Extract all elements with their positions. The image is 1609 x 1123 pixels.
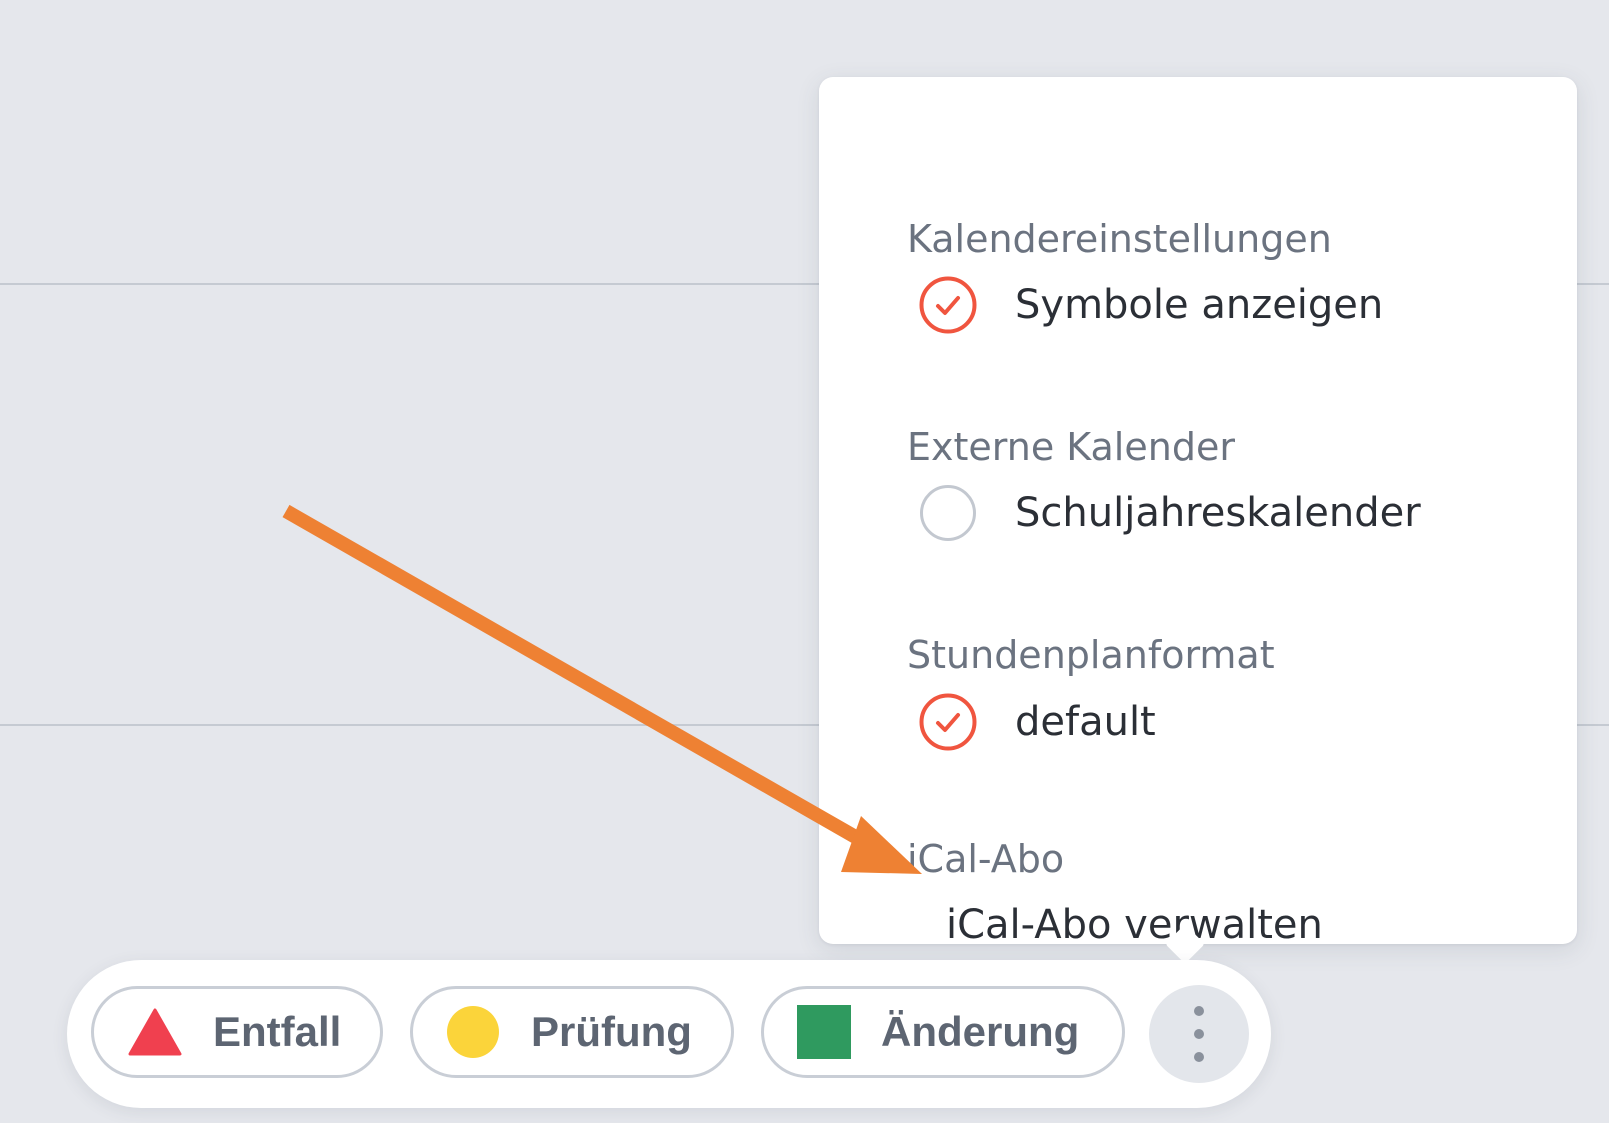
more-options-button[interactable] <box>1149 985 1249 1083</box>
toggle-school-year-calendar[interactable]: Schuljahreskalender <box>919 481 1421 545</box>
legend-chip-cancelled[interactable]: Entfall <box>91 986 383 1078</box>
legend-label: Prüfung <box>531 1008 692 1055</box>
checked-circle-icon <box>919 276 977 334</box>
legend-chip-exam[interactable]: Prüfung <box>410 986 734 1078</box>
toggle-show-symbols[interactable]: Symbole anzeigen <box>919 273 1383 337</box>
circle-icon <box>447 1006 499 1058</box>
option-default-format[interactable]: default <box>919 690 1156 754</box>
checked-circle-icon <box>919 693 977 751</box>
section-title-timetable-format: Stundenplanformat <box>907 633 1275 677</box>
legend-label: Änderung <box>881 1008 1080 1055</box>
triangle-icon <box>128 1008 182 1056</box>
legend-label: Entfall <box>213 1008 342 1055</box>
section-title-ical: iCal-Abo <box>907 837 1065 881</box>
calendar-settings-menu: Kalendereinstellungen Symbole anzeigen E… <box>819 77 1577 948</box>
legend-bar: Entfall Prüfung Änderung <box>67 960 1271 1108</box>
section-title-external-calendars: Externe Kalender <box>907 425 1235 469</box>
unchecked-circle-icon <box>920 485 976 541</box>
more-vertical-icon <box>1194 1006 1204 1062</box>
menu-item-label: Symbole anzeigen <box>1015 282 1384 328</box>
square-icon <box>797 1005 851 1059</box>
legend-chip-change[interactable]: Änderung <box>761 986 1125 1078</box>
section-title-calendar-settings: Kalendereinstellungen <box>907 217 1332 261</box>
menu-item-label: default <box>1015 699 1156 745</box>
menu-item-label: Schuljahreskalender <box>1015 490 1421 536</box>
manage-ical-link[interactable]: iCal-Abo verwalten <box>946 902 1323 948</box>
